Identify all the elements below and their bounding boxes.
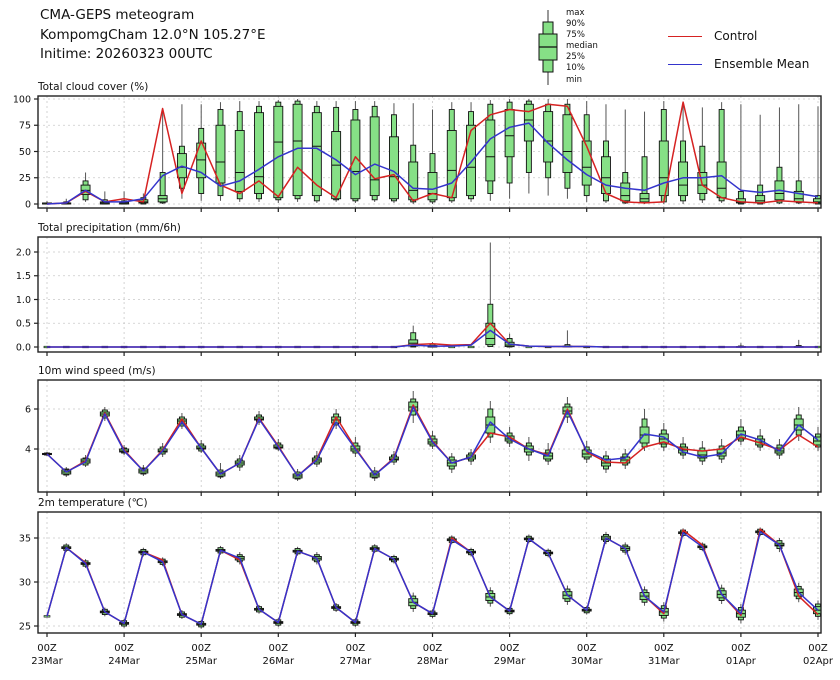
- boxplot-legend-labels: max 90% 75% median 25% 10% min: [566, 8, 598, 88]
- control-line: [47, 323, 818, 347]
- svg-text:100: 100: [13, 94, 31, 105]
- svg-text:25: 25: [19, 621, 31, 632]
- x-label-hour: 00Z: [500, 643, 520, 654]
- svg-text:0.0: 0.0: [16, 342, 31, 353]
- panel-1: 0.0 0.5 1.0 1.5 2.0 Total precipitation (mm/6…: [16, 222, 821, 356]
- x-label-date: 27Mar: [340, 656, 372, 667]
- legend-label-25: 25%: [566, 52, 598, 63]
- x-label-date: 24Mar: [108, 656, 140, 667]
- control-label: Control: [714, 29, 757, 43]
- svg-text:4: 4: [25, 444, 31, 455]
- x-label-date: 26Mar: [263, 656, 295, 667]
- panel-title-1: Total precipitation (mm/6h): [37, 222, 181, 234]
- x-label-hour: 00Z: [654, 643, 674, 654]
- x-label-date: 30Mar: [571, 656, 603, 667]
- svg-text:75: 75: [19, 121, 31, 132]
- panel-3-data: [44, 527, 823, 628]
- svg-text:0: 0: [25, 199, 31, 210]
- svg-text:0.5: 0.5: [16, 319, 31, 330]
- panel-title-3: 2m temperature (℃): [38, 497, 148, 509]
- x-label-hour: 00Z: [37, 643, 57, 654]
- x-label-date: 23Mar: [31, 656, 63, 667]
- x-label-hour: 00Z: [577, 643, 597, 654]
- legend-label-10: 10%: [566, 63, 598, 74]
- control-line-swatch: [668, 36, 702, 37]
- x-label-date: 31Mar: [648, 656, 680, 667]
- ensemble-line-swatch: [668, 64, 702, 65]
- svg-text:30: 30: [19, 577, 31, 588]
- x-label-date: 28Mar: [417, 656, 449, 667]
- meteogram-chart: 0 25 50 75 100 Total cloud cover (%) 0.0 0.5 1.0…: [0, 0, 840, 680]
- panel-0: 0 25 50 75 100 Total cloud cover (%): [13, 81, 823, 212]
- init-time: Initime: 20260323 00UTC: [40, 45, 266, 65]
- svg-text:1.5: 1.5: [16, 271, 31, 282]
- legend-label-max: max: [566, 8, 598, 19]
- svg-text:6: 6: [25, 404, 31, 415]
- x-label-hour: 00Z: [731, 643, 751, 654]
- station-location: KompomgCham 12.0°N 105.27°E: [40, 26, 266, 46]
- x-label-date: 29Mar: [494, 656, 526, 667]
- legend-entry-ensemble: Ensemble Mean: [668, 50, 809, 78]
- svg-text:35: 35: [19, 533, 31, 544]
- svg-text:25: 25: [19, 173, 31, 184]
- x-label-hour: 00Z: [808, 643, 828, 654]
- x-label-date: 25Mar: [185, 656, 217, 667]
- figure-title: CMA-GEPS meteogram: [40, 6, 266, 26]
- svg-text:2.0: 2.0: [16, 247, 31, 258]
- boxplot-glyph-icon: [536, 8, 560, 88]
- figure-header: CMA-GEPS meteogram KompomgCham 12.0°N 10…: [40, 6, 266, 65]
- boxplot-legend: max 90% 75% median 25% 10% min: [536, 8, 598, 88]
- svg-text:1.0: 1.0: [16, 295, 31, 306]
- x-label-hour: 00Z: [423, 643, 443, 654]
- panel-title-0: Total cloud cover (%): [37, 81, 148, 93]
- x-label-hour: 00Z: [346, 643, 366, 654]
- x-label-date: 02Apr: [803, 656, 834, 667]
- line-legend: Control Ensemble Mean: [668, 22, 809, 78]
- legend-label-90: 90%: [566, 19, 598, 30]
- ensemble-label: Ensemble Mean: [714, 57, 809, 71]
- legend-label-min: min: [566, 75, 598, 86]
- panel-2: 4 6 10m wind speed (m/s): [25, 365, 823, 496]
- meteogram-figure: 0 25 50 75 100 Total cloud cover (%) 0.0 0.5 1.0…: [0, 0, 840, 680]
- panel-title-2: 10m wind speed (m/s): [38, 365, 156, 377]
- x-label-date: 01Apr: [726, 656, 757, 667]
- panel-3: 25 30 35 2m temperature (℃): [19, 497, 823, 637]
- x-label-hour: 00Z: [191, 643, 211, 654]
- legend-label-median: median: [566, 41, 598, 52]
- x-label-hour: 00Z: [114, 643, 134, 654]
- svg-text:50: 50: [19, 147, 31, 158]
- panel-2-data: [43, 391, 823, 481]
- legend-label-75: 75%: [566, 30, 598, 41]
- legend-entry-control: Control: [668, 22, 809, 50]
- x-label-hour: 00Z: [269, 643, 289, 654]
